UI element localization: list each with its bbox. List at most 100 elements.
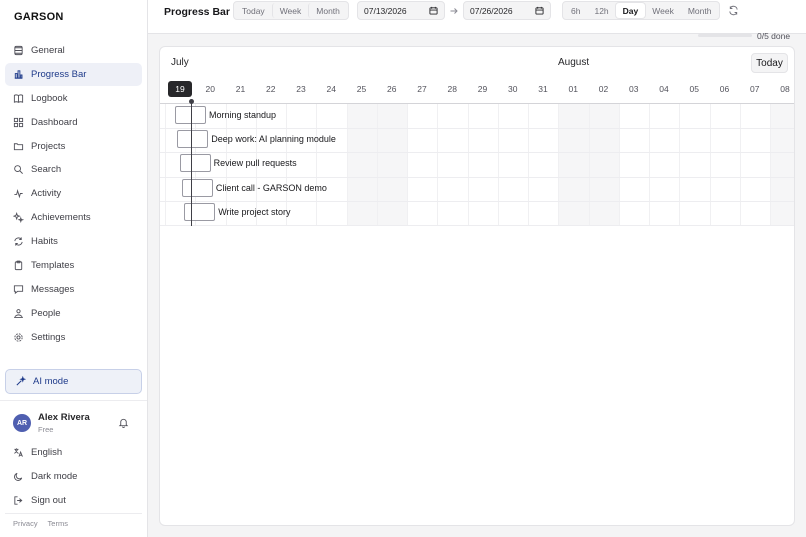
month-label-august: August xyxy=(558,57,590,68)
bar-chart-icon xyxy=(13,69,24,80)
avatar: AR xyxy=(13,414,31,432)
day-column xyxy=(558,104,589,226)
day-label[interactable]: 02 xyxy=(592,81,616,97)
day-label[interactable]: 05 xyxy=(682,81,706,97)
day-column xyxy=(528,104,558,226)
tab-week[interactable]: Week xyxy=(271,3,309,18)
row-divider xyxy=(160,176,794,178)
user-name: Alex Rivera xyxy=(38,412,90,423)
zoom-6h[interactable]: 6h xyxy=(564,3,587,18)
sidebar-item-logbook[interactable]: Logbook xyxy=(5,87,142,110)
day-label[interactable]: 28 xyxy=(440,81,464,97)
nav-label: Templates xyxy=(31,260,75,272)
day-label[interactable]: 31 xyxy=(531,81,555,97)
topbar: Progress Bar Today Week Month 07/13/2026… xyxy=(148,0,806,34)
folder-icon xyxy=(13,141,24,152)
task-label: Write project story xyxy=(218,206,291,217)
start-date-input[interactable]: 07/13/2026 xyxy=(357,1,445,20)
end-date-value: 07/26/2026 xyxy=(470,5,513,16)
task-bar[interactable] xyxy=(181,178,213,197)
end-date-input[interactable]: 07/26/2026 xyxy=(463,1,551,20)
start-date-value: 07/13/2026 xyxy=(364,5,407,16)
sidebar-item-messages[interactable]: Messages xyxy=(5,278,142,301)
sidebar-item-habits[interactable]: Habits xyxy=(5,230,142,253)
day-column xyxy=(497,104,528,226)
tab-today[interactable]: Today xyxy=(235,3,272,18)
gear-icon xyxy=(13,332,24,343)
zoom-week[interactable]: Week xyxy=(645,3,681,18)
terms-link[interactable]: Terms xyxy=(48,519,68,528)
sidebar-item-settings[interactable]: Settings xyxy=(5,326,142,349)
day-column xyxy=(770,104,794,226)
day-label[interactable]: 01 xyxy=(561,81,585,97)
sidebar-item-achievements[interactable]: Achievements xyxy=(5,206,142,229)
day-label[interactable]: 03 xyxy=(622,81,646,97)
nav-label: Achievements xyxy=(31,212,91,224)
day-column xyxy=(407,104,437,226)
people-icon xyxy=(13,308,24,319)
privacy-link[interactable]: Privacy xyxy=(13,519,38,528)
sidebar-item-progress-bar[interactable]: Progress Bar xyxy=(5,62,142,86)
nav-label: Projects xyxy=(31,140,66,152)
sidebar-item-projects[interactable]: Projects xyxy=(5,135,142,158)
ai-mode-label: AI mode xyxy=(33,376,69,387)
day-column xyxy=(679,104,709,226)
bell-icon[interactable] xyxy=(118,417,129,428)
task-bar[interactable] xyxy=(177,130,209,149)
task-bar[interactable] xyxy=(179,154,211,173)
day-label[interactable]: 27 xyxy=(410,81,434,97)
day-label[interactable]: 07 xyxy=(743,81,767,97)
sidebar-item-general[interactable]: General xyxy=(5,39,142,62)
calendar-icon[interactable] xyxy=(535,6,544,15)
brand-logo: GARSON xyxy=(14,11,64,23)
sidebar-item-templates[interactable]: Templates xyxy=(5,254,142,277)
sidebar-item-dashboard[interactable]: Dashboard xyxy=(5,111,142,134)
day-header: 19 20 21 22 23 24 25 26 27 28 29 30 31 01 02 03 04 05 06 07… xyxy=(160,81,794,99)
today-button[interactable]: Today xyxy=(751,53,788,73)
day-label[interactable]: 25 xyxy=(350,81,374,97)
day-label[interactable]: 19 xyxy=(168,81,192,97)
day-label[interactable]: 22 xyxy=(259,81,283,97)
user-profile[interactable]: AR Alex Rivera Free xyxy=(13,410,138,436)
day-label[interactable]: 26 xyxy=(380,81,404,97)
book-icon xyxy=(13,93,24,104)
day-label[interactable]: 24 xyxy=(319,81,343,97)
activity-icon xyxy=(13,188,24,199)
current-time-line xyxy=(191,101,192,226)
day-column xyxy=(376,104,407,226)
sidebar-item-search[interactable]: Search xyxy=(5,158,142,181)
magic-wand-icon xyxy=(15,376,26,387)
sidebar-item-activity[interactable]: Activity xyxy=(5,182,142,205)
task-bar[interactable] xyxy=(184,202,216,221)
sidebar-item-dark-mode[interactable]: Dark mode xyxy=(5,465,142,488)
day-column xyxy=(467,104,498,226)
tab-month[interactable]: Month xyxy=(308,3,347,18)
sidebar-item-people[interactable]: People xyxy=(5,302,142,325)
nav-label: Activity xyxy=(31,188,62,200)
day-label[interactable]: 21 xyxy=(229,81,253,97)
calendar-icon[interactable] xyxy=(429,6,438,15)
zoom-day[interactable]: Day xyxy=(615,3,646,18)
sidebar-bottom-nav: English Dark mode Sign out xyxy=(5,441,142,513)
row-divider xyxy=(160,128,794,130)
day-label[interactable]: 04 xyxy=(652,81,676,97)
day-label[interactable]: 08 xyxy=(773,81,794,97)
day-label[interactable]: 29 xyxy=(471,81,495,97)
sidebar-item-sign-out[interactable]: Sign out xyxy=(5,489,142,512)
day-column xyxy=(588,104,619,226)
day-label[interactable]: 06 xyxy=(713,81,737,97)
zoom-month[interactable]: Month xyxy=(681,3,719,18)
ai-mode-button[interactable]: AI mode xyxy=(5,369,142,394)
row-divider xyxy=(160,152,794,154)
day-column xyxy=(649,104,679,226)
day-label[interactable]: 30 xyxy=(501,81,525,97)
zoom-12h[interactable]: 12h xyxy=(587,3,615,18)
sidebar-item-english[interactable]: English xyxy=(5,441,142,464)
repeat-icon xyxy=(13,236,24,247)
day-column xyxy=(618,104,649,226)
current-time-marker xyxy=(189,99,194,104)
day-label[interactable]: 20 xyxy=(198,81,222,97)
refresh-icon[interactable] xyxy=(728,5,739,16)
day-label[interactable]: 23 xyxy=(289,81,313,97)
task-label: Review pull requests xyxy=(213,158,297,169)
